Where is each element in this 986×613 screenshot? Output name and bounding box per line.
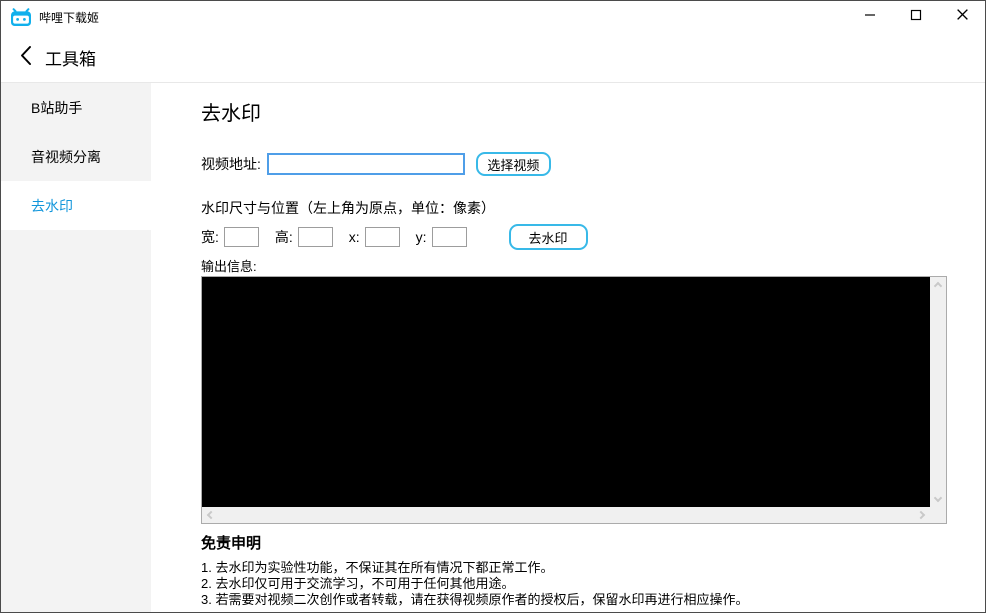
y-field-group: y: bbox=[416, 227, 467, 247]
scroll-left-icon[interactable] bbox=[206, 510, 216, 520]
minimize-button[interactable] bbox=[847, 1, 893, 33]
x-input[interactable] bbox=[364, 227, 400, 247]
minimize-icon bbox=[864, 8, 876, 26]
size-position-row: 宽: 高: x: y: 去水印 bbox=[201, 224, 985, 250]
header-title: 工具箱 bbox=[45, 50, 96, 69]
page-title: 去水印 bbox=[201, 103, 261, 125]
console-output bbox=[202, 277, 930, 507]
page-header: 工具箱 bbox=[1, 33, 985, 83]
y-label: y: bbox=[415, 229, 427, 245]
window-controls bbox=[847, 1, 985, 33]
sidebar-item-label: B站助手 bbox=[31, 99, 83, 116]
bilibili-tv-icon bbox=[10, 7, 32, 27]
titlebar: 哔哩下载姬 bbox=[1, 1, 985, 33]
sidebar-item-b-helper[interactable]: B站助手 bbox=[1, 83, 151, 132]
scroll-right-icon[interactable] bbox=[916, 510, 926, 520]
close-button[interactable] bbox=[939, 1, 985, 33]
width-input[interactable] bbox=[223, 227, 259, 247]
disclaimer-line-3: 3. 若需要对视频二次创作或者转载，请在获得视频原作者的授权后，保留水印再进行相… bbox=[201, 592, 749, 607]
scroll-up-icon[interactable] bbox=[933, 281, 943, 291]
select-video-button[interactable]: 选择视频 bbox=[475, 152, 551, 176]
x-field-group: x: bbox=[349, 227, 400, 247]
sidebar-item-watermark-remove[interactable]: 去水印 bbox=[1, 181, 151, 230]
disclaimer-section: 免责申明 1. 去水印为实验性功能，不保证其在所有情况下都正常工作。 2. 去水… bbox=[201, 532, 985, 608]
height-field-group: 高: bbox=[275, 227, 333, 247]
disclaimer-line-1: 1. 去水印为实验性功能，不保证其在所有情况下都正常工作。 bbox=[201, 560, 554, 575]
sidebar-item-av-separate[interactable]: 音视频分离 bbox=[1, 132, 151, 181]
sidebar-item-label: 音视频分离 bbox=[31, 148, 101, 165]
scroll-down-icon[interactable] bbox=[933, 493, 943, 503]
x-label: x: bbox=[348, 229, 360, 245]
chevron-left-icon bbox=[19, 45, 32, 71]
output-console bbox=[201, 276, 947, 524]
y-input[interactable] bbox=[431, 227, 467, 247]
close-icon bbox=[956, 8, 969, 26]
maximize-button[interactable] bbox=[893, 1, 939, 33]
video-address-input[interactable] bbox=[266, 153, 465, 175]
disclaimer-title: 免责申明 bbox=[201, 535, 262, 552]
video-address-label: 视频地址: bbox=[201, 156, 261, 172]
disclaimer-line-2: 2. 去水印仅可用于交流学习，不可用于任何其他用途。 bbox=[201, 576, 515, 591]
sidebar: B站助手 音视频分离 去水印 bbox=[1, 83, 151, 612]
height-label: 高: bbox=[274, 229, 293, 245]
height-input[interactable] bbox=[297, 227, 333, 247]
main-panel: 去水印 视频地址: 选择视频 水印尺寸与位置（左上角为原点，单位：像素） 宽: … bbox=[151, 83, 985, 612]
back-button[interactable] bbox=[19, 45, 32, 71]
width-label: 宽: bbox=[201, 229, 219, 245]
video-address-row: 视频地址: 选择视频 bbox=[201, 152, 985, 176]
width-field-group: 宽: bbox=[201, 227, 259, 247]
maximize-icon bbox=[910, 8, 922, 26]
app-window: { "window": { "title": "哔哩下载姬", "control… bbox=[0, 0, 986, 613]
horizontal-scrollbar[interactable] bbox=[202, 507, 930, 523]
remove-watermark-button[interactable]: 去水印 bbox=[508, 224, 588, 250]
size-position-caption: 水印尺寸与位置（左上角为原点，单位：像素） bbox=[201, 200, 495, 216]
scrollbar-corner bbox=[930, 507, 946, 523]
output-info-label: 输出信息: bbox=[201, 259, 257, 274]
content-area: B站助手 音视频分离 去水印 去水印 视频地址: 选择视频 水印尺寸与位置（左上… bbox=[1, 83, 985, 612]
sidebar-item-label: 去水印 bbox=[31, 197, 73, 214]
window-title: 哔哩下载姬 bbox=[39, 10, 100, 25]
vertical-scrollbar[interactable] bbox=[930, 277, 946, 507]
